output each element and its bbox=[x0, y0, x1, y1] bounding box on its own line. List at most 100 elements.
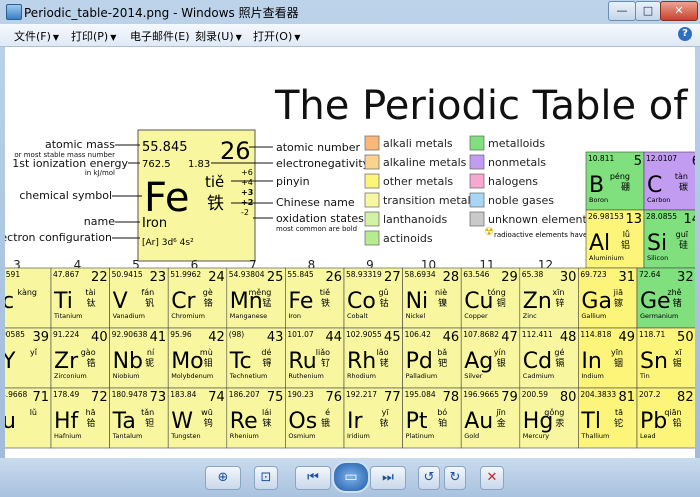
element-number: 29 bbox=[501, 270, 518, 285]
delete-button[interactable]: ✕ bbox=[480, 466, 504, 490]
element-symbol: Ru bbox=[288, 349, 316, 374]
help-icon[interactable]: ? bbox=[678, 27, 692, 41]
element-name: Cadmium bbox=[523, 372, 554, 380]
category-swatch bbox=[469, 211, 485, 227]
menu-file[interactable]: 文件(F) ▼ bbox=[14, 28, 59, 44]
element-cell: 51.9962 24 Cr gè铬 Chromium bbox=[167, 267, 228, 329]
element-cell: 106.42 46 Pd bǎ钯Palladium bbox=[402, 327, 462, 389]
element-mass: 28.0855 bbox=[646, 212, 677, 221]
element-pinyin: niè bbox=[435, 287, 447, 297]
element-mass: 204.3833 bbox=[580, 390, 616, 399]
image-canvas[interactable]: The Periodic Table of the 55.845 26 762.… bbox=[5, 47, 695, 458]
chevron-down-icon: ▼ bbox=[52, 33, 60, 42]
category-label: metalloids bbox=[488, 137, 545, 150]
menu-print[interactable]: 打印(P) ▼ bbox=[71, 28, 116, 44]
element-pinyin: xī bbox=[675, 348, 683, 357]
element-name: Molybdenum bbox=[171, 372, 213, 380]
element-symbol: Rh bbox=[347, 349, 376, 374]
maximize-button[interactable]: □ bbox=[635, 1, 661, 21]
element-mass: 4.9668 bbox=[5, 390, 27, 399]
element-name: Rhodium bbox=[347, 372, 376, 380]
element-number: 47 bbox=[501, 330, 518, 345]
element-name: Lead bbox=[640, 432, 656, 440]
element-symbol: Nb bbox=[113, 349, 143, 374]
element-symbol: Pt bbox=[406, 409, 428, 434]
key-pinyin: tiě bbox=[205, 173, 224, 191]
element-cell: 63.546 29Cutóng铜Copper bbox=[460, 267, 521, 329]
chevron-down-icon: ▼ bbox=[294, 33, 301, 42]
element-symbol: Cr bbox=[171, 289, 196, 314]
periodic-table-image: The Periodic Table of the 55.845 26 762.… bbox=[5, 83, 695, 449]
element-chinese: 硅 bbox=[679, 239, 688, 251]
element-chinese: 钛 bbox=[87, 297, 96, 309]
menu-burn[interactable]: 刻录(U) ▼ bbox=[195, 28, 242, 44]
element-name: Germanium bbox=[640, 312, 678, 320]
category-label: lanthanoids bbox=[383, 213, 448, 226]
element-mass: 50.9415 bbox=[112, 270, 143, 279]
element-chinese: 钴 bbox=[380, 297, 389, 309]
photo-viewer-icon bbox=[6, 4, 22, 20]
element-symbol: Zr bbox=[54, 349, 79, 374]
previous-button[interactable]: ⏮ bbox=[295, 466, 331, 490]
element-number: 75 bbox=[267, 390, 284, 405]
slideshow-button[interactable]: ▭ bbox=[332, 461, 370, 493]
element-number: 5 bbox=[634, 154, 642, 169]
element-name: Thallium bbox=[580, 432, 609, 440]
element-symbol: Pd bbox=[406, 349, 433, 374]
element-name: Hafnium bbox=[54, 432, 82, 440]
element-number: 40 bbox=[91, 330, 108, 345]
actual-size-button[interactable]: ⊡ bbox=[254, 466, 278, 490]
element-number: 82 bbox=[677, 390, 694, 405]
element-pinyin: yīn bbox=[611, 348, 623, 357]
element-cell: 118.71 50 Sn xī锡 Tin bbox=[636, 327, 695, 389]
category-label: noble gases bbox=[488, 194, 554, 207]
category-label: transition metals bbox=[383, 194, 476, 207]
element-mass: 101.07 bbox=[287, 330, 313, 339]
element-pinyin: tiě bbox=[320, 288, 330, 297]
element-number: 71 bbox=[32, 390, 49, 405]
oxidation-state: +6 bbox=[241, 168, 253, 177]
element-name: Iridium bbox=[347, 432, 370, 440]
menu-email[interactable]: 电子邮件(E) bbox=[130, 28, 190, 44]
element-symbol: Hf bbox=[54, 409, 80, 434]
element-number: 6 bbox=[692, 154, 695, 169]
chevron-down-icon: ▼ bbox=[235, 33, 242, 42]
element-number: 45 bbox=[384, 330, 401, 345]
element-chinese: 铟 bbox=[614, 357, 623, 369]
rotate-cw-button[interactable]: ↻ bbox=[444, 466, 466, 490]
element-cell: 55.845 26 Fe tiě铁 Iron bbox=[285, 267, 345, 329]
element-cell: 69.723 31 Ga jiā镓 Gallium bbox=[578, 267, 638, 329]
key-config: [Ar] 3d⁶ 4s² bbox=[142, 238, 194, 248]
element-chinese: 铌 bbox=[145, 357, 154, 369]
zoom-button[interactable]: ⊕ bbox=[205, 466, 241, 490]
element-name: Zinc bbox=[523, 312, 537, 320]
element-pinyin: lái bbox=[262, 408, 271, 417]
close-button[interactable]: ✕ bbox=[660, 1, 698, 21]
element-cell: 65.38 30 Zn xīn锌 Zinc bbox=[519, 267, 579, 329]
minimize-button[interactable]: — bbox=[608, 1, 636, 21]
element-chinese: 铑 bbox=[380, 357, 389, 369]
element-pinyin: fán bbox=[141, 288, 154, 297]
element-cell: 190.23 76 Os é锇 Osmium bbox=[285, 387, 345, 449]
element-name: Titanium bbox=[53, 312, 83, 320]
rotate-ccw-button[interactable]: ↺ bbox=[418, 466, 440, 490]
label-name: name bbox=[84, 215, 115, 228]
element-pinyin: ní bbox=[147, 348, 155, 357]
element-pinyin: tǎn bbox=[141, 408, 154, 417]
element-mass: 118.71 bbox=[639, 330, 665, 339]
element-pinyin: tài bbox=[85, 288, 95, 297]
element-symbol: In bbox=[581, 349, 601, 374]
element-chinese: 锝 bbox=[262, 358, 271, 369]
title-bar[interactable]: Periodic_table-2014.png - Windows 照片查看器 … bbox=[0, 0, 700, 24]
category-label: alkaline metals bbox=[383, 156, 467, 169]
element-pinyin: tóng bbox=[488, 287, 506, 297]
label-electronegativity: electronegativity bbox=[276, 157, 370, 170]
menu-open[interactable]: 打开(O) ▼ bbox=[253, 28, 300, 44]
element-number: 46 bbox=[443, 330, 460, 345]
element-mass: 5591 bbox=[5, 270, 20, 279]
element-symbol: V bbox=[113, 289, 128, 314]
next-button[interactable]: ⏭ bbox=[370, 466, 406, 490]
element-number: 25 bbox=[267, 270, 284, 285]
element-name: Manganese bbox=[230, 312, 267, 320]
element-chinese: 铝 bbox=[621, 239, 630, 251]
